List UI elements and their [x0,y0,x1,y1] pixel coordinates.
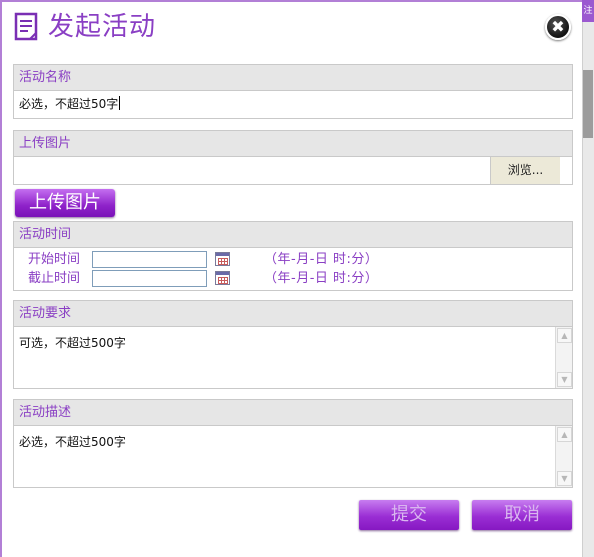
file-path-input[interactable]: 浏览... [14,157,572,184]
activity-name-input[interactable]: 必选，不超过50字 [14,91,572,118]
end-time-input[interactable] [92,270,207,287]
textarea-scrollbar[interactable]: ▲ ▼ [555,426,572,487]
start-time-input[interactable] [92,251,207,268]
activity-name-value: 必选，不超过50字 [19,97,119,111]
description-textarea[interactable]: 必选，不超过500字 ▲ ▼ [14,426,572,487]
requirements-textarea[interactable]: 可选，不超过500字 ▲ ▼ [14,327,572,388]
scroll-down-icon[interactable]: ▼ [557,471,572,486]
requirements-value: 可选，不超过500字 [19,336,126,350]
section-activity-time: 活动时间 开始时间 （年-月-日 时:分） 截止时间 （年-月-日 时:分） [13,221,573,291]
section-header: 上传图片 [14,131,572,157]
section-header: 活动要求 [14,301,572,327]
end-time-row: 截止时间 （年-月-日 时:分） [14,270,572,288]
start-time-format-hint: （年-月-日 时:分） [264,252,379,267]
side-tab[interactable]: 注 [582,0,594,22]
section-requirements: 活动要求 可选，不超过500字 ▲ ▼ [13,300,573,389]
text-caret [119,96,121,110]
scroll-up-icon[interactable]: ▲ [557,427,572,442]
textarea-scrollbar[interactable]: ▲ ▼ [555,327,572,388]
calendar-icon[interactable] [215,271,230,285]
close-button[interactable]: ✖ [545,14,571,40]
upload-image-button[interactable]: 上传图片 [15,189,115,217]
start-time-label: 开始时间 [28,252,81,267]
close-icon: ✖ [551,17,565,36]
document-icon [14,12,38,41]
browse-button[interactable]: 浏览... [490,157,560,184]
scroll-up-icon[interactable]: ▲ [557,328,572,343]
section-activity-name: 活动名称 必选，不超过50字 [13,64,573,119]
section-header: 活动时间 [14,222,572,248]
description-value: 必选，不超过500字 [19,435,126,449]
start-time-row: 开始时间 （年-月-日 时:分） [14,251,572,269]
section-description: 活动描述 必选，不超过500字 ▲ ▼ [13,399,573,488]
section-upload-image: 上传图片 浏览... [13,130,573,185]
scroll-down-icon[interactable]: ▼ [557,372,572,387]
end-time-format-hint: （年-月-日 时:分） [264,271,379,286]
dialog-title: 发起活动 [48,12,157,42]
calendar-icon[interactable] [215,252,230,266]
section-header: 活动名称 [14,65,572,91]
scrollbar-thumb[interactable] [583,70,593,138]
end-time-label: 截止时间 [28,271,81,286]
section-header: 活动描述 [14,400,572,426]
submit-button[interactable]: 提交 [359,500,459,530]
page-scrollbar[interactable]: 注 [582,0,594,557]
cancel-button[interactable]: 取消 [472,500,572,530]
